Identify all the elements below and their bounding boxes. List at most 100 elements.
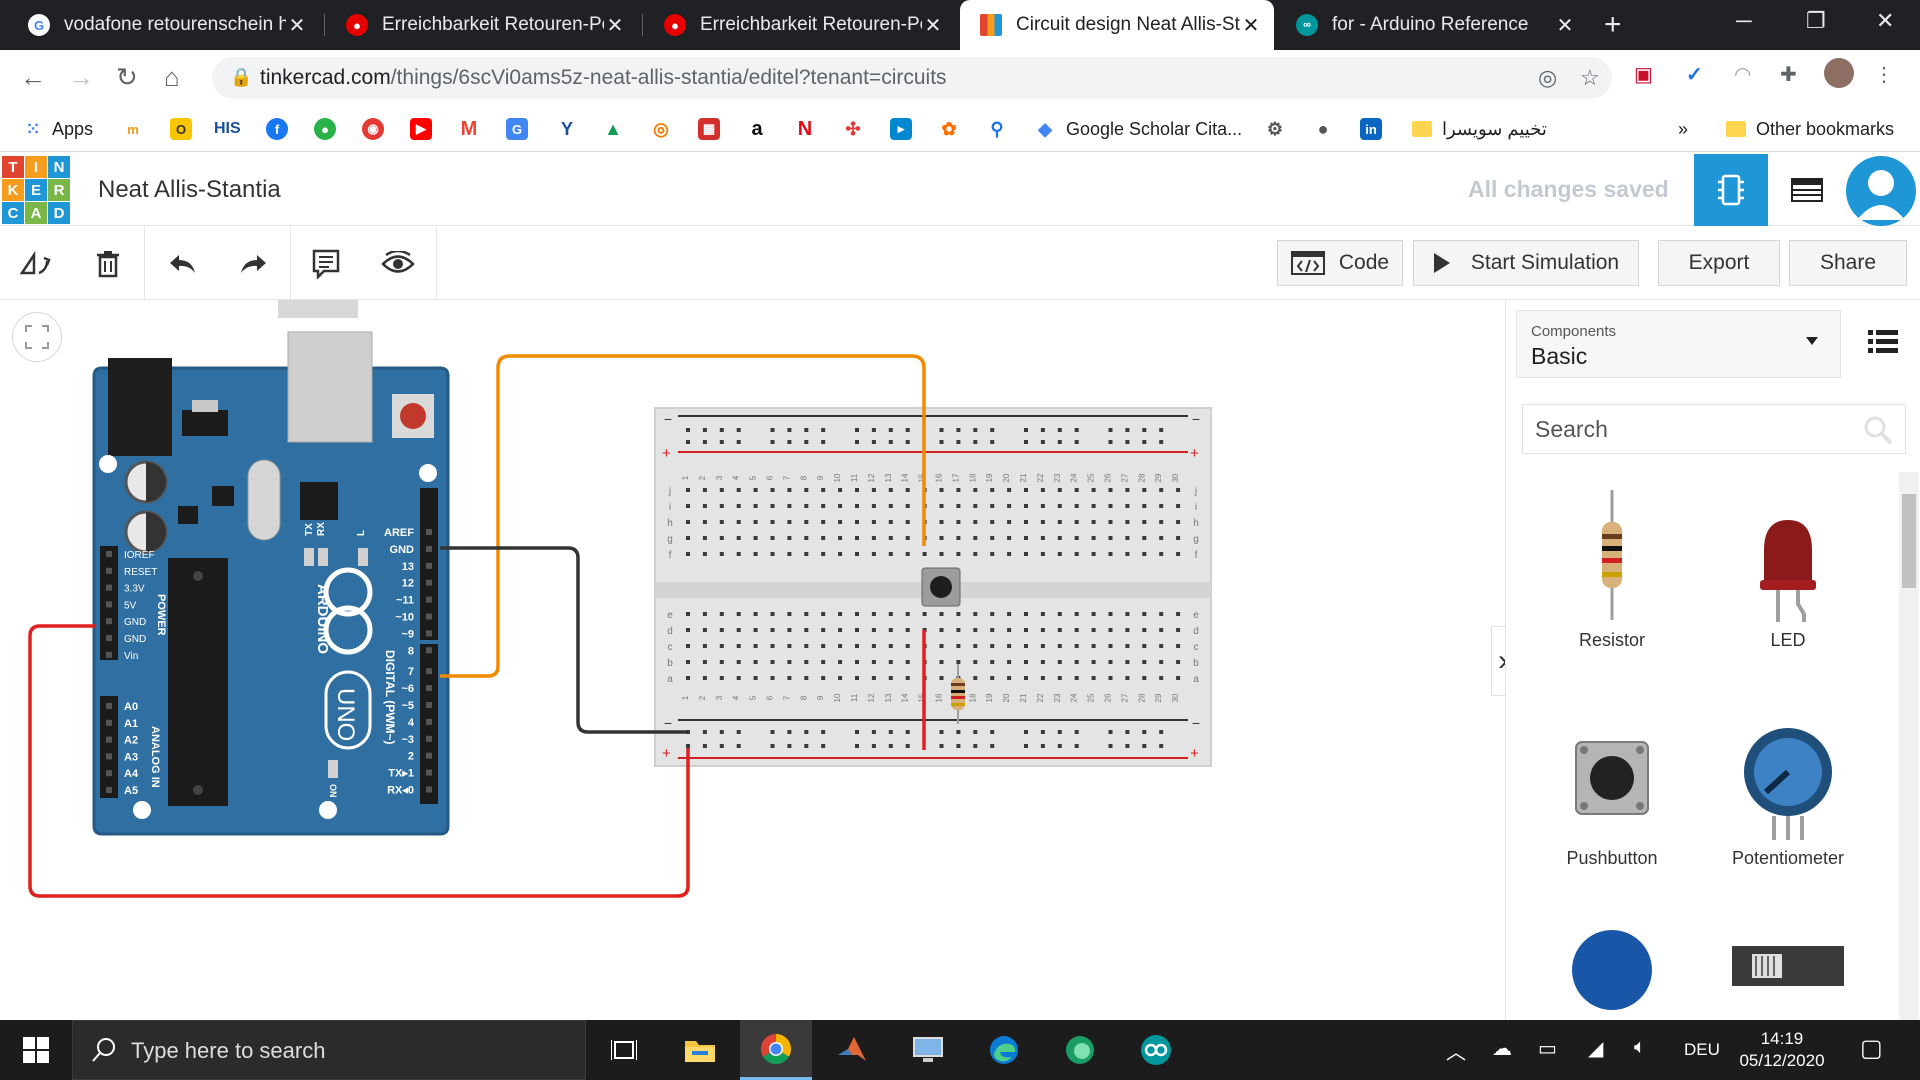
bookmark-item[interactable]: ▶: [410, 116, 432, 142]
header-pin[interactable]: [106, 753, 112, 760]
rail-hole[interactable]: [990, 730, 995, 734]
bookmark-item[interactable]: ⚲: [986, 116, 1008, 142]
terminal-hole[interactable]: [855, 612, 859, 616]
toggle-notes-visibility-button[interactable]: [380, 246, 416, 282]
terminal-hole[interactable]: [939, 504, 944, 508]
rail-hole[interactable]: [821, 440, 826, 444]
terminal-hole[interactable]: [990, 676, 995, 680]
terminal-hole[interactable]: [1176, 644, 1181, 648]
header-pin[interactable]: [106, 618, 112, 625]
terminal-hole[interactable]: [686, 536, 690, 540]
terminal-hole[interactable]: [1125, 488, 1130, 492]
terminal-hole[interactable]: [1159, 520, 1164, 524]
undo-button[interactable]: [164, 246, 200, 282]
terminal-hole[interactable]: [1108, 552, 1113, 556]
terminal-hole[interactable]: [939, 552, 944, 556]
rail-hole[interactable]: [1074, 730, 1079, 734]
terminal-hole[interactable]: [973, 520, 978, 524]
terminal-hole[interactable]: [905, 660, 910, 664]
terminal-hole[interactable]: [956, 660, 961, 664]
header-pin[interactable]: [426, 529, 432, 535]
terminal-hole[interactable]: [1159, 536, 1164, 540]
terminal-hole[interactable]: [990, 628, 995, 632]
rail-hole[interactable]: [871, 744, 876, 748]
terminal-hole[interactable]: [753, 520, 758, 524]
rail-hole[interactable]: [719, 744, 724, 748]
terminal-hole[interactable]: [1159, 488, 1164, 492]
bookmark-item[interactable]: ✣: [842, 116, 864, 142]
rail-hole[interactable]: [871, 428, 876, 432]
terminal-hole[interactable]: [1176, 504, 1181, 508]
terminal-hole[interactable]: [888, 628, 893, 632]
terminal-hole[interactable]: [1024, 628, 1028, 632]
terminal-hole[interactable]: [905, 628, 910, 632]
terminal-hole[interactable]: [736, 504, 741, 508]
terminal-hole[interactable]: [1125, 504, 1130, 508]
reset-button[interactable]: [400, 403, 426, 429]
header-pin[interactable]: [106, 719, 112, 726]
menu-icon[interactable]: ⋮: [1874, 62, 1894, 87]
terminal-hole[interactable]: [888, 612, 893, 616]
terminal-hole[interactable]: [905, 536, 910, 540]
terminal-hole[interactable]: [753, 504, 758, 508]
address-bar[interactable]: 🔒 tinkercad.com/things/6scVi0ams5z-neat-…: [212, 57, 1612, 99]
rail-hole[interactable]: [1024, 744, 1028, 748]
terminal-hole[interactable]: [753, 660, 758, 664]
terminal-hole[interactable]: [1142, 504, 1147, 508]
terminal-hole[interactable]: [787, 536, 792, 540]
rail-hole[interactable]: [821, 428, 826, 432]
language-indicator[interactable]: DEU: [1684, 1040, 1720, 1060]
rail-hole[interactable]: [1159, 730, 1164, 734]
terminal-hole[interactable]: [1057, 488, 1062, 492]
terminal-hole[interactable]: [838, 504, 843, 508]
design-title[interactable]: Neat Allis-Stantia: [98, 176, 281, 204]
terminal-hole[interactable]: [1159, 504, 1164, 508]
terminal-hole[interactable]: [1108, 504, 1113, 508]
terminal-hole[interactable]: [804, 536, 809, 540]
rail-hole[interactable]: [1125, 440, 1130, 444]
terminal-hole[interactable]: [804, 612, 809, 616]
terminal-hole[interactable]: [1024, 520, 1028, 524]
terminal-hole[interactable]: [1142, 536, 1147, 540]
terminal-hole[interactable]: [888, 660, 893, 664]
terminal-hole[interactable]: [973, 504, 978, 508]
terminal-hole[interactable]: [736, 552, 741, 556]
terminal-hole[interactable]: [1057, 676, 1062, 680]
rail-hole[interactable]: [1024, 730, 1028, 734]
rail-hole[interactable]: [719, 428, 724, 432]
rail-hole[interactable]: [956, 744, 961, 748]
terminal-hole[interactable]: [1007, 660, 1012, 664]
pushbutton-component[interactable]: [921, 567, 961, 607]
terminal-hole[interactable]: [770, 488, 775, 492]
header-pin[interactable]: [106, 551, 112, 557]
rail-hole[interactable]: [736, 744, 741, 748]
arduino-app[interactable]: [1120, 1020, 1192, 1080]
header-pin[interactable]: [426, 685, 432, 692]
rotate-button[interactable]: [18, 246, 54, 282]
terminal-hole[interactable]: [686, 628, 690, 632]
terminal-hole[interactable]: [939, 676, 944, 680]
terminal-hole[interactable]: [1057, 660, 1062, 664]
terminal-hole[interactable]: [686, 488, 690, 492]
rail-hole[interactable]: [1057, 440, 1062, 444]
terminal-hole[interactable]: [1142, 612, 1147, 616]
terminal-hole[interactable]: [804, 628, 809, 632]
terminal-hole[interactable]: [888, 552, 893, 556]
terminal-hole[interactable]: [956, 536, 961, 540]
terminal-hole[interactable]: [939, 520, 944, 524]
edge-beta-app[interactable]: [1044, 1020, 1116, 1080]
terminal-hole[interactable]: [838, 644, 843, 648]
terminal-hole[interactable]: [719, 676, 724, 680]
terminal-hole[interactable]: [1007, 488, 1012, 492]
rail-hole[interactable]: [1074, 440, 1079, 444]
rail-hole[interactable]: [956, 440, 961, 444]
battery-icon[interactable]: ▭: [1538, 1036, 1557, 1061]
terminal-hole[interactable]: [821, 536, 826, 540]
rail-hole[interactable]: [956, 428, 961, 432]
terminal-hole[interactable]: [871, 676, 876, 680]
matlab-app[interactable]: [816, 1020, 888, 1080]
terminal-hole[interactable]: [804, 676, 809, 680]
terminal-hole[interactable]: [1024, 536, 1028, 540]
terminal-hole[interactable]: [1125, 552, 1130, 556]
rail-hole[interactable]: [855, 440, 859, 444]
